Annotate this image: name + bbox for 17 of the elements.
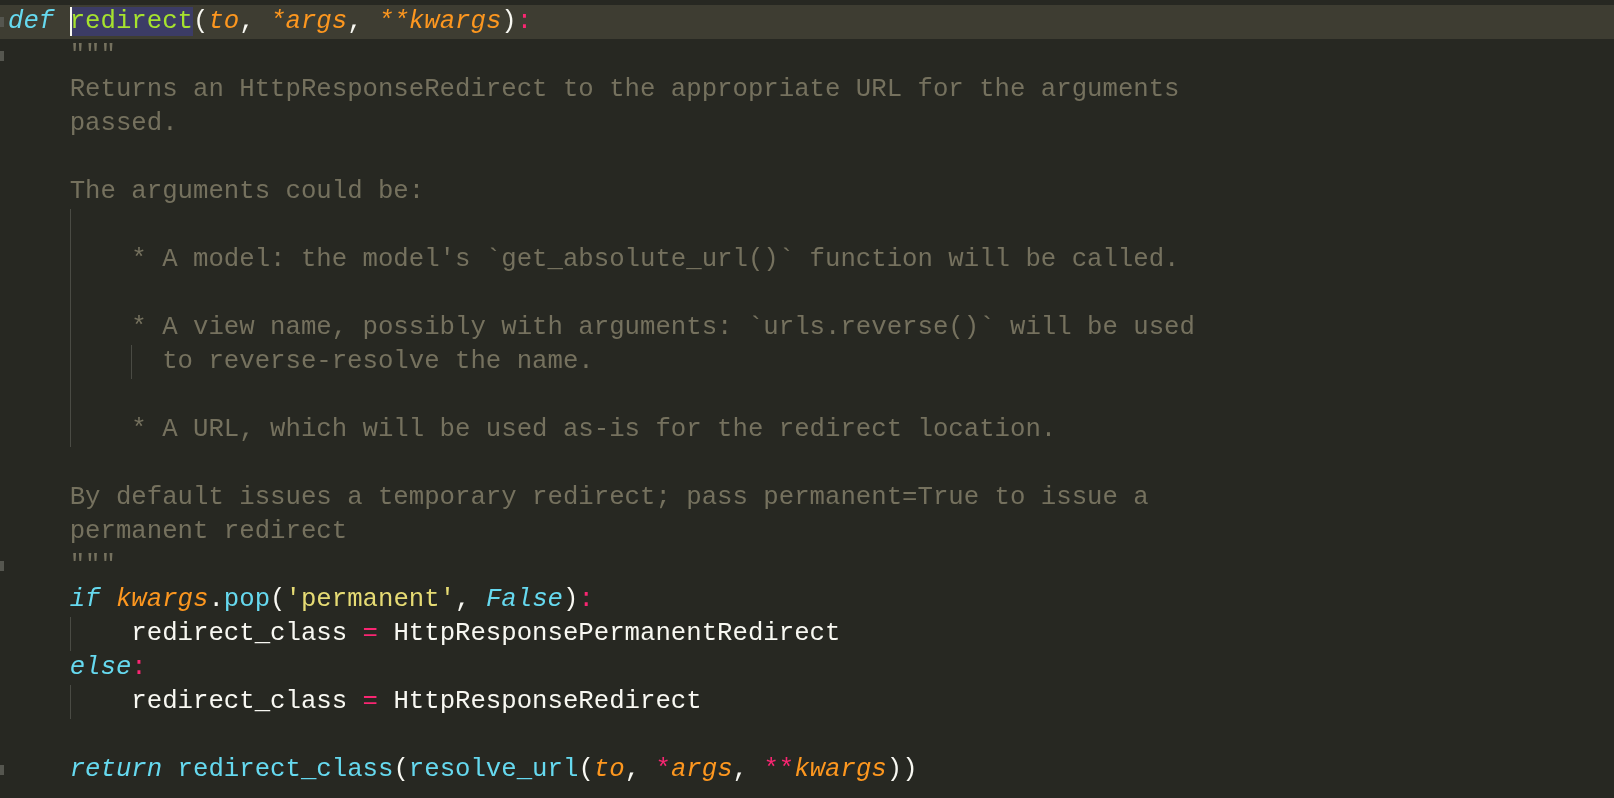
code-line: redirect_class = HttpResponsePermanentRedirect: [131, 619, 841, 648]
docstring-line: * A URL, which will be used as-is for the redirect location.: [131, 415, 1057, 444]
code-line: return redirect_class(resolve_url(to, *args, **kwargs)): [69, 755, 918, 784]
docstring-line: By default issues a temporary redirect; pass permanent=True to issue a: [69, 483, 1149, 512]
docstring-line: to reverse-resolve the name.: [162, 347, 594, 376]
code-line: def redirect(to, *args, **kwargs):: [8, 7, 533, 36]
docstring-line: * A view name, possibly with arguments: `urls.reverse()` will be used: [131, 313, 1195, 342]
code-line: redirect_class = HttpResponseRedirect: [131, 687, 702, 716]
docstring-line: * A model: the model's `get_absolute_url()` function will be called.: [131, 245, 1180, 274]
docstring-line: passed.: [69, 109, 178, 138]
docstring-line: The arguments could be:: [69, 177, 425, 206]
docstring-line: """: [69, 41, 116, 70]
docstring-line: """: [69, 551, 116, 580]
docstring-line: Returns an HttpResponseRedirect to the appropriate URL for the arguments: [69, 75, 1180, 104]
code-line: else:: [69, 653, 147, 682]
docstring-line: permanent redirect: [69, 517, 348, 546]
code-line: if kwargs.pop('permanent', False):: [69, 585, 594, 614]
